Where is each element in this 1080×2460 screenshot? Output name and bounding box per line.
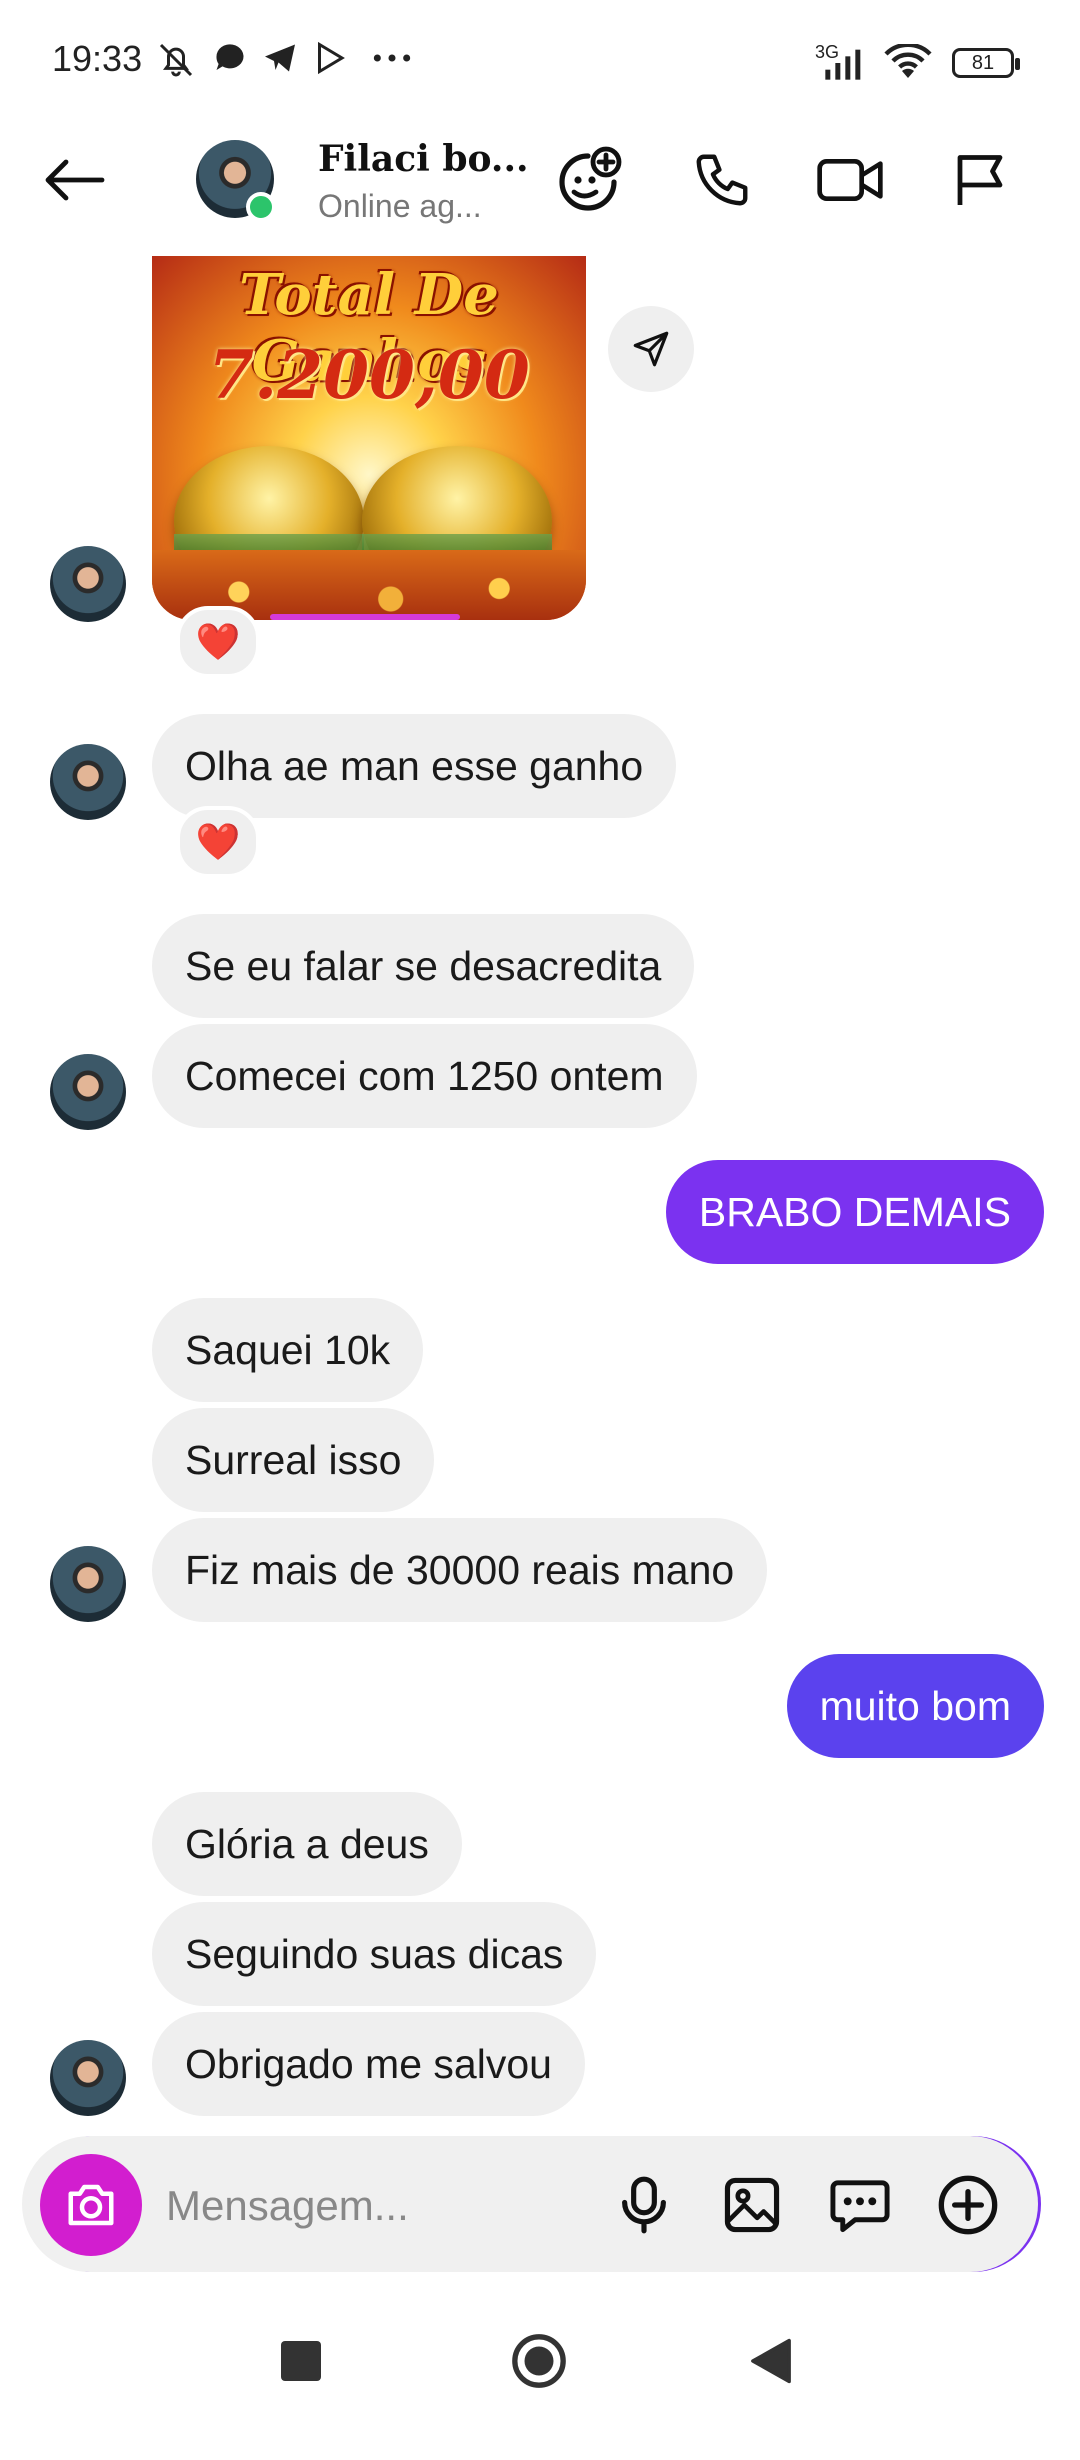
message-input[interactable] — [164, 2170, 588, 2242]
triangle-back-icon — [751, 2338, 791, 2384]
image-progress-bar — [270, 614, 460, 620]
camera-button[interactable] — [40, 2154, 142, 2256]
square-icon — [281, 2341, 321, 2381]
heart-icon: ❤️ — [195, 821, 241, 862]
status-time: 19:33 — [52, 38, 143, 79]
add-button[interactable] — [928, 2165, 1008, 2245]
image-amount: 7.200,00 — [208, 336, 530, 414]
phone-icon — [696, 154, 748, 206]
signal-icon — [825, 49, 861, 80]
heart-icon: ❤️ — [195, 621, 241, 662]
contact-status: Online ag... — [318, 188, 482, 224]
sender-avatar[interactable] — [50, 546, 126, 622]
send-icon — [633, 331, 669, 367]
play-icon — [318, 41, 345, 75]
gallery-icon — [724, 2177, 780, 2233]
back-button[interactable] — [34, 140, 114, 220]
report-button[interactable] — [940, 140, 1020, 220]
telegram-icon — [265, 44, 295, 72]
message-in[interactable]: Obrigado me salvou — [152, 2012, 585, 2116]
sticker-chat-icon — [830, 2180, 890, 2233]
message-in[interactable]: Se eu falar se desacredita — [152, 914, 695, 1018]
message-in[interactable]: Surreal isso — [152, 1408, 435, 1512]
gallery-button[interactable] — [712, 2165, 792, 2245]
sender-avatar[interactable] — [50, 1054, 126, 1130]
chat-bubble-icon — [216, 44, 244, 70]
message-out[interactable]: BRABO DEMAIS — [665, 1160, 1044, 1264]
message-in[interactable]: Saquei 10k — [152, 1298, 424, 1402]
share-button[interactable] — [608, 306, 694, 392]
contact-name[interactable]: Filaci bo... — [318, 138, 529, 180]
sender-avatar[interactable] — [50, 744, 126, 820]
message-in[interactable]: Comecei com 1250 ontem — [152, 1024, 697, 1128]
add-circle-icon — [938, 2175, 998, 2235]
video-icon — [817, 159, 883, 201]
microphone-icon — [622, 2176, 666, 2234]
message-in[interactable]: Seguindo suas dicas — [152, 1902, 597, 2006]
voice-message-button[interactable] — [604, 2165, 684, 2245]
video-call-button[interactable] — [810, 140, 890, 220]
more-dots-icon — [373, 54, 411, 62]
wifi-icon — [884, 44, 932, 78]
home-button[interactable] — [494, 2316, 584, 2406]
message-in[interactable]: Fiz mais de 30000 reais mano — [152, 1518, 768, 1622]
home-circle-icon — [512, 2334, 566, 2388]
sticker-button[interactable] — [820, 2165, 900, 2245]
message-in[interactable]: Olha ae man esse ganho — [152, 714, 677, 818]
battery-icon: 81 — [952, 48, 1020, 78]
camera-icon — [68, 2184, 114, 2226]
message-in[interactable]: Glória a deus — [152, 1792, 462, 1896]
reaction-badge[interactable]: ❤️ — [176, 606, 260, 678]
arrow-left-icon — [45, 159, 105, 201]
voice-call-button[interactable] — [682, 140, 762, 220]
sender-avatar[interactable] — [50, 2040, 126, 2116]
muted-bell-icon — [159, 43, 193, 77]
reaction-badge[interactable]: ❤️ — [176, 806, 260, 878]
sticker-add-icon — [559, 146, 622, 211]
image-message[interactable]: Total De Ganhos 7.200,00 — [152, 256, 586, 620]
online-indicator — [246, 192, 276, 222]
message-out[interactable]: muito bom — [786, 1654, 1044, 1758]
sticker-add-button[interactable] — [548, 140, 628, 220]
sender-avatar[interactable] — [50, 1546, 126, 1622]
flag-icon — [957, 155, 1003, 205]
recents-button[interactable] — [256, 2316, 346, 2406]
back-nav-button[interactable] — [726, 2316, 816, 2406]
